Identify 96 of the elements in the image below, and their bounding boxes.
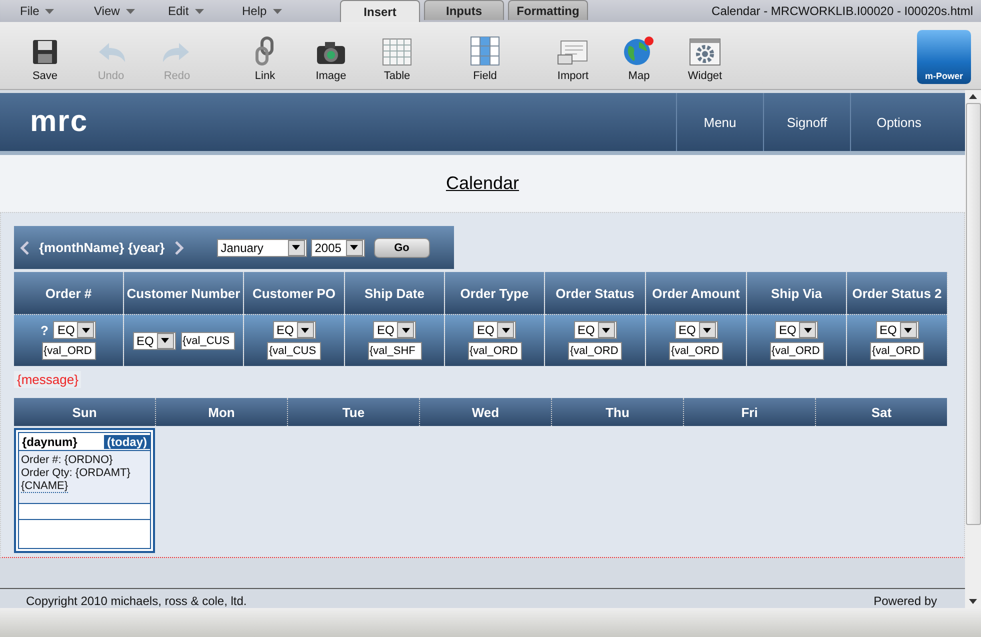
powered-by-text: Powered by [874,594,937,608]
chevron-right-icon[interactable] [174,240,184,254]
toolbar-button[interactable]: Save [12,30,78,82]
m-power-button[interactable]: m-Power [917,30,971,84]
menu-item[interactable]: Help [222,4,296,18]
grid-table-icon [382,38,412,66]
toolbar-button[interactable]: Import [540,30,606,82]
caret-icon [602,328,610,332]
scroll-down-icon[interactable] [969,599,977,604]
year-dropdown[interactable]: 2005 [310,238,365,256]
nav-link[interactable]: Options [850,93,947,151]
filter-input-field[interactable]: {val_ORD [669,342,723,360]
operator-dropdown[interactable]: EQ [132,332,176,350]
operator-dropdown[interactable]: EQ [674,321,718,339]
month-year-label: {monthName} {year} [39,240,165,255]
column-header: Customer PO [244,272,344,315]
nav-link[interactable]: Signoff [763,93,850,151]
operator-dropdown[interactable]: EQ [876,321,918,339]
gear-window-icon [689,38,721,66]
weekday-header: Fri [683,398,815,426]
toolbar-button[interactable]: Field [452,30,518,82]
operator-dropdown[interactable]: EQ [53,321,96,339]
weekday-header: Sat [815,398,947,426]
menu-item[interactable]: Edit [148,4,222,18]
scroll-up-icon[interactable] [969,94,977,99]
filter-input-field[interactable]: {val_ORD [770,342,824,360]
caret-icon [350,245,358,250]
operator-dropdown[interactable]: EQ [272,321,316,339]
caret-icon [904,328,912,332]
column-header: Order Status 2 [847,272,947,315]
caret-icon [402,328,410,332]
scrollbar[interactable] [965,90,981,608]
weekday-header: Mon [155,398,287,426]
order-detail: Order Qty: {ORDAMT} [21,467,132,480]
caret-icon [502,328,510,332]
help-mark[interactable]: ? [40,322,48,338]
caret-icon [45,8,54,14]
filter-input-field[interactable]: {val_ORD [468,342,522,360]
day-number: {daynum} [22,434,78,448]
column-header: Order Status [545,272,645,315]
column-header: Ship Via [747,272,846,315]
customer-name-link[interactable]: {CNAME} [21,480,68,493]
caret-icon [272,8,282,14]
operator-dropdown[interactable]: EQ [473,321,516,339]
operator-dropdown[interactable]: EQ [574,321,616,339]
caret-icon [126,8,135,14]
order-detail: Order #: {ORDNO} [21,454,114,467]
weekday-header: Thu [551,398,683,426]
window-title: Calendar - MRCWORKLIB.I00020 - I00020s.html [712,4,974,18]
tab[interactable]: Formatting [508,0,588,20]
caret-icon [301,328,309,332]
toolbar-button[interactable]: Widget [672,30,738,82]
caret-icon [194,8,204,14]
menu-item[interactable]: File [0,4,74,18]
month-dropdown[interactable]: January [216,238,307,256]
caret-icon [161,338,169,343]
toolbar-button[interactable]: Table [364,30,430,82]
column-header: Ship Date [345,272,444,315]
filter-input-field[interactable]: {val_ORD [568,342,622,360]
copyright-text: Copyright 2010 michaels, ross & cole, ltd. [26,594,247,608]
operator-dropdown[interactable]: EQ [775,321,818,339]
filter-input-field[interactable]: {val_CUS [267,342,321,360]
field-grid-icon [470,36,500,66]
camera-icon [316,40,346,66]
filter-input-field[interactable]: {val_ORD [870,342,924,360]
weekday-header: Sun [14,398,155,426]
weekday-header: Wed [419,398,551,426]
nav-link[interactable]: Menu [676,93,763,151]
go-button[interactable]: Go [374,238,430,258]
column-header: Order Amount [646,272,746,315]
toolbar-button[interactable]: Map [606,30,672,82]
tab[interactable]: Inputs [424,0,504,20]
filter-input-field[interactable]: {val_SHF [368,342,422,360]
toolbar-button[interactable]: Link [232,30,298,82]
column-header: Order # [14,272,123,315]
caret-icon [82,328,90,332]
filter-input-field[interactable]: {val_CUS [180,332,234,350]
globe-icon [623,36,655,66]
scroll-thumb[interactable] [966,103,980,525]
weekday-header: Tue [287,398,419,426]
menu-item[interactable]: View [74,4,148,18]
message-text: {message} [14,371,82,388]
today-badge: (today) [104,434,150,448]
caret-icon [804,328,812,332]
caret-icon [292,245,300,250]
toolbar-button[interactable]: Image [298,30,364,82]
document-icon [557,40,589,66]
tab[interactable]: Insert [340,0,420,22]
page-title: Calendar [446,173,520,194]
chevron-left-icon[interactable] [20,240,30,254]
logo: mrc [30,105,88,139]
column-header: Order Type [445,272,544,315]
caret-icon [703,328,711,332]
operator-dropdown[interactable]: EQ [373,321,416,339]
filter-input-field[interactable]: {val_ORD [42,342,96,360]
column-header: Customer Number [124,272,243,315]
